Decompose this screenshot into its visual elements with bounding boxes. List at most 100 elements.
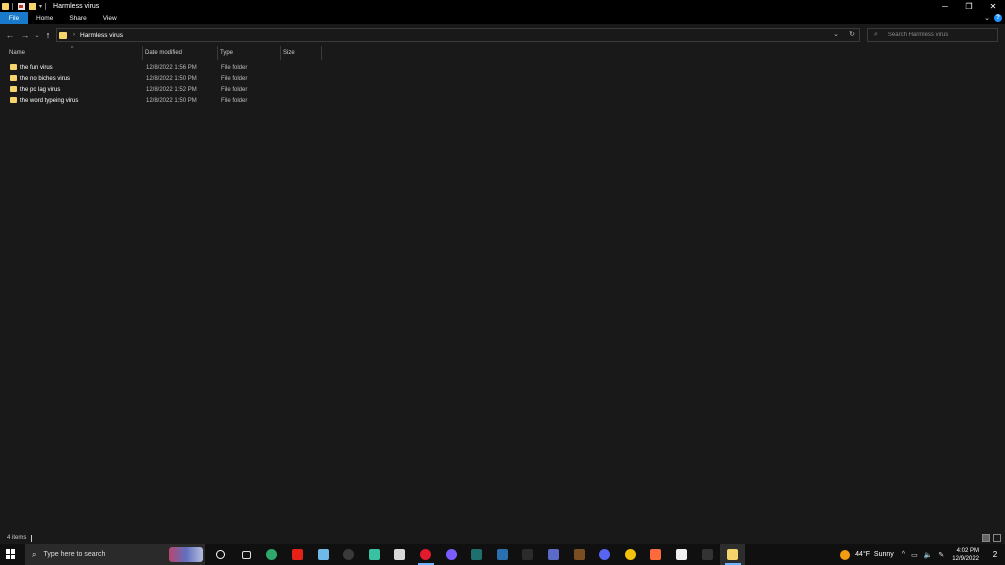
app-dark-taskbar-button[interactable] xyxy=(694,544,720,565)
app-drop-taskbar-button[interactable] xyxy=(643,544,669,565)
search-icon: ⌕ xyxy=(874,31,878,38)
column-divider[interactable] xyxy=(321,46,322,60)
divider xyxy=(31,534,33,542)
address-dropdown-button[interactable]: ⌄ xyxy=(833,30,839,38)
search-icon: ⌕ xyxy=(32,549,37,559)
folder-icon xyxy=(10,75,17,81)
notification-center-button[interactable]: 2 xyxy=(987,544,1003,565)
item-count: 4 items xyxy=(7,535,27,541)
steam-taskbar-button[interactable] xyxy=(490,544,516,565)
back-button[interactable]: ← xyxy=(5,29,15,41)
help-icon[interactable]: ? xyxy=(994,14,1002,22)
minecraft-taskbar-button[interactable] xyxy=(566,544,592,565)
recent-locations-button[interactable]: ⌄ xyxy=(32,29,42,41)
refresh-button[interactable]: ↻ xyxy=(849,30,855,38)
show-hidden-icons-icon[interactable]: ^ xyxy=(902,551,905,558)
notepad-icon xyxy=(394,549,406,560)
status-bar: 4 items xyxy=(0,532,1005,544)
divider xyxy=(12,2,13,10)
file-name[interactable]: the pc lag virus xyxy=(20,87,60,93)
weather-icon[interactable] xyxy=(840,549,851,560)
taskbar-search[interactable]: ⌕ Type here to search xyxy=(25,544,205,565)
folder-icon xyxy=(10,64,17,70)
clock-date: 12/9/2022 xyxy=(952,555,979,562)
cortana-icon xyxy=(216,550,226,559)
notepad-taskbar-button[interactable] xyxy=(387,544,413,565)
file-explorer-taskbar-button[interactable] xyxy=(719,544,746,565)
messenger-taskbar-button[interactable] xyxy=(438,544,464,565)
file-list: the fun virus 12/8/2022 1:56 PM File fol… xyxy=(0,62,1005,106)
forward-button[interactable]: → xyxy=(20,29,30,41)
steam-icon xyxy=(496,549,508,560)
customize-quick-access-icon[interactable]: ▾ xyxy=(39,3,42,10)
up-button[interactable]: ↑ xyxy=(43,29,53,41)
start-button[interactable] xyxy=(6,549,16,559)
column-headers: ^ Name Date modified Type Size xyxy=(0,46,1005,60)
list-item[interactable]: the fun virus 12/8/2022 1:56 PM File fol… xyxy=(0,62,1005,73)
app-green-taskbar-button[interactable] xyxy=(362,544,388,565)
file-type: File folder xyxy=(221,86,248,93)
opera-taskbar-button[interactable] xyxy=(413,544,439,565)
youtube-icon xyxy=(292,549,304,560)
obs-taskbar-button[interactable] xyxy=(336,544,362,565)
taskbar-apps xyxy=(208,544,746,565)
new-folder-icon[interactable] xyxy=(29,2,36,10)
chrome-taskbar-button[interactable] xyxy=(618,544,644,565)
details-view-button[interactable] xyxy=(982,534,990,542)
column-type[interactable]: Type xyxy=(217,46,280,60)
file-date: 12/8/2022 1:52 PM xyxy=(146,86,197,93)
pen-icon[interactable]: ✎ xyxy=(938,551,944,559)
minimize-button[interactable]: ─ xyxy=(933,0,957,12)
system-tray: 44°F Sunny ^ ▭ 🔈 ✎ 4:02 PM 12/9/2022 2 xyxy=(840,544,1005,565)
properties-icon[interactable] xyxy=(18,2,25,10)
tab-share[interactable]: Share xyxy=(61,12,94,24)
discord-icon xyxy=(599,549,611,560)
column-size[interactable]: Size xyxy=(280,46,321,60)
close-button[interactable]: ✕ xyxy=(981,0,1005,12)
obs-icon xyxy=(343,549,355,560)
column-name[interactable]: Name xyxy=(6,46,142,60)
search-highlight-image xyxy=(169,547,203,562)
discord-taskbar-button[interactable] xyxy=(592,544,618,565)
breadcrumb-separator[interactable]: › xyxy=(73,32,75,38)
epic-games-taskbar-button[interactable] xyxy=(515,544,541,565)
notification-count: 2 xyxy=(992,550,998,559)
app-teal-taskbar-button[interactable] xyxy=(464,544,490,565)
task-view-icon xyxy=(241,550,251,559)
file-name[interactable]: the fun virus xyxy=(20,65,53,71)
davinci-taskbar-button[interactable] xyxy=(541,544,567,565)
opera-icon xyxy=(420,549,432,560)
network-icon[interactable]: ▭ xyxy=(911,551,918,559)
davinci-icon xyxy=(548,549,560,560)
app-taskbar-button[interactable] xyxy=(310,544,336,565)
task-view-taskbar-button[interactable] xyxy=(234,544,260,565)
clock-time: 4:02 PM xyxy=(956,547,979,554)
edge-icon xyxy=(266,549,278,560)
edge-taskbar-button[interactable] xyxy=(259,544,285,565)
clock[interactable]: 4:02 PM 12/9/2022 xyxy=(952,547,979,563)
restore-button[interactable]: ❐ xyxy=(957,0,981,12)
tab-file[interactable]: File xyxy=(0,12,28,24)
divider xyxy=(45,2,47,10)
volume-icon[interactable]: 🔈 xyxy=(924,551,933,559)
weather-text[interactable]: 44°F Sunny xyxy=(855,551,894,558)
list-item[interactable]: the no biches virus 12/8/2022 1:50 PM Fi… xyxy=(0,73,1005,84)
address-bar[interactable]: › Harmless virus ⌄ ↻ xyxy=(56,28,860,42)
list-item[interactable]: the word typeing virus 12/8/2022 1:50 PM… xyxy=(0,95,1005,106)
file-name[interactable]: the no biches virus xyxy=(20,76,70,82)
tab-home[interactable]: Home xyxy=(28,12,61,24)
youtube-taskbar-button[interactable] xyxy=(285,544,311,565)
large-icons-view-button[interactable] xyxy=(993,534,1001,542)
file-taskbar-button[interactable] xyxy=(669,544,695,565)
search-input[interactable] xyxy=(887,32,997,38)
column-date-modified[interactable]: Date modified xyxy=(142,46,217,60)
file-date: 12/8/2022 1:50 PM xyxy=(146,75,197,82)
file-name[interactable]: the word typeing virus xyxy=(20,98,78,104)
breadcrumb[interactable]: Harmless virus xyxy=(80,32,123,39)
tab-view[interactable]: View xyxy=(95,12,125,24)
cortana-taskbar-button[interactable] xyxy=(208,544,234,565)
app-drop-icon xyxy=(650,549,662,560)
list-item[interactable]: the pc lag virus 12/8/2022 1:52 PM File … xyxy=(0,84,1005,95)
expand-ribbon-icon[interactable]: ⌄ xyxy=(984,14,990,22)
search-box[interactable]: ⌕ xyxy=(867,28,998,42)
